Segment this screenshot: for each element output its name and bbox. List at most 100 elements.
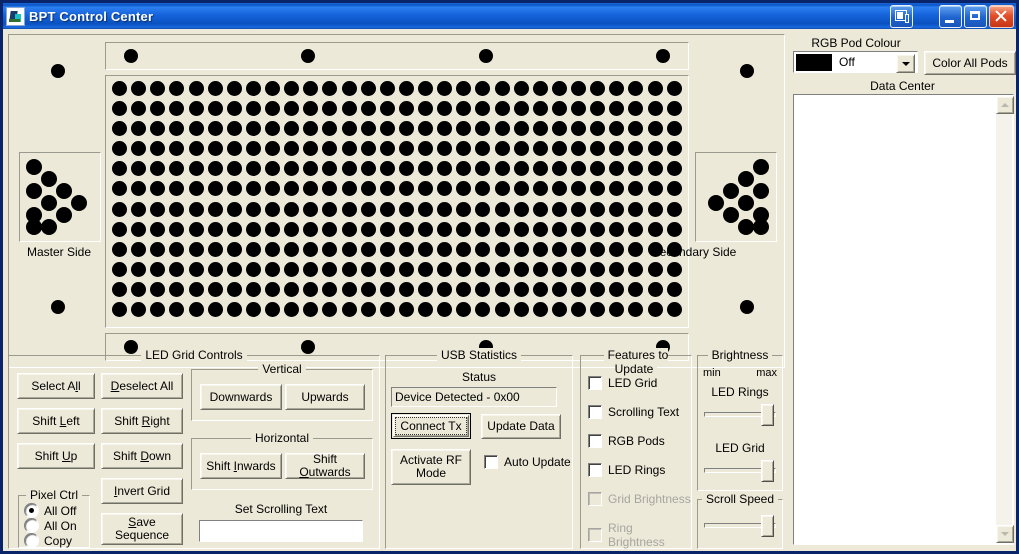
led-cell[interactable]	[418, 202, 433, 217]
led-cell[interactable]	[227, 202, 242, 217]
led-cell[interactable]	[475, 262, 490, 277]
led-cell[interactable]	[189, 202, 204, 217]
led-cell[interactable]	[303, 202, 318, 217]
led-cell[interactable]	[322, 161, 337, 176]
led-grid-row[interactable]	[106, 222, 688, 237]
led-cell[interactable]	[342, 181, 357, 196]
radio-all-off[interactable]: All Off	[24, 503, 76, 518]
led-cell[interactable]	[514, 101, 529, 116]
led-grid[interactable]	[105, 75, 689, 328]
led-cell[interactable]	[169, 181, 184, 196]
led-cell[interactable]	[112, 121, 127, 136]
led-cell[interactable]	[552, 302, 567, 317]
rgb-pod[interactable]	[738, 171, 754, 187]
led-cell[interactable]	[590, 141, 605, 156]
led-cell[interactable]	[495, 81, 510, 96]
led-cell[interactable]	[437, 101, 452, 116]
shift-right-button[interactable]: Shift Right	[101, 408, 183, 434]
led-cell[interactable]	[131, 202, 146, 217]
led-cell[interactable]	[648, 222, 663, 237]
led-cell[interactable]	[246, 161, 261, 176]
feature-checkbox-scrolling-text[interactable]: Scrolling Text	[588, 405, 679, 419]
led-cell[interactable]	[322, 181, 337, 196]
led-cell[interactable]	[609, 262, 624, 277]
shift-down-button[interactable]: Shift Down	[101, 443, 183, 469]
led-cell[interactable]	[571, 222, 586, 237]
led-cell[interactable]	[648, 302, 663, 317]
rgb-pod[interactable]	[753, 219, 769, 235]
led-cell[interactable]	[246, 181, 261, 196]
led-cell[interactable]	[342, 262, 357, 277]
led-cell[interactable]	[456, 161, 471, 176]
led-cell[interactable]	[112, 161, 127, 176]
led-cell[interactable]	[303, 181, 318, 196]
led-cell[interactable]	[609, 121, 624, 136]
led-cell[interactable]	[437, 302, 452, 317]
led-cell[interactable]	[495, 222, 510, 237]
led-cell[interactable]	[380, 202, 395, 217]
led-cell[interactable]	[112, 181, 127, 196]
led-cell[interactable]	[418, 262, 433, 277]
led-cell[interactable]	[189, 302, 204, 317]
led-cell[interactable]	[590, 181, 605, 196]
slider-thumb[interactable]	[761, 460, 774, 482]
led-cell[interactable]	[571, 121, 586, 136]
led-cell[interactable]	[361, 81, 376, 96]
led-cell[interactable]	[131, 242, 146, 257]
scrolling-text-input[interactable]	[199, 520, 363, 542]
led-cell[interactable]	[609, 242, 624, 257]
led-cell[interactable]	[552, 81, 567, 96]
led-cell[interactable]	[112, 101, 127, 116]
led-cell[interactable]	[399, 121, 414, 136]
led-grid-row[interactable]	[106, 282, 688, 297]
led-cell[interactable]	[667, 161, 682, 176]
connect-tx-button[interactable]: Connect Tx	[391, 413, 471, 439]
led-cell[interactable]	[303, 101, 318, 116]
led-cell[interactable]	[533, 262, 548, 277]
led-cell[interactable]	[112, 222, 127, 237]
upwards-button[interactable]: Upwards	[285, 384, 365, 410]
led-cell[interactable]	[208, 302, 223, 317]
downwards-button[interactable]: Downwards	[200, 384, 282, 410]
led-cell[interactable]	[380, 121, 395, 136]
led-cell[interactable]	[571, 141, 586, 156]
led-cell[interactable]	[437, 242, 452, 257]
led-cell[interactable]	[322, 282, 337, 297]
led-cell[interactable]	[609, 222, 624, 237]
led-cell[interactable]	[131, 181, 146, 196]
led-cell[interactable]	[189, 81, 204, 96]
led-cell[interactable]	[361, 262, 376, 277]
led-cell[interactable]	[418, 101, 433, 116]
led-cell[interactable]	[208, 101, 223, 116]
led-cell[interactable]	[609, 202, 624, 217]
led-cell[interactable]	[322, 242, 337, 257]
led-cell[interactable]	[380, 81, 395, 96]
led-cell[interactable]	[552, 141, 567, 156]
led-cell[interactable]	[169, 242, 184, 257]
led-cell[interactable]	[380, 282, 395, 297]
led-cell[interactable]	[208, 242, 223, 257]
scroll-up-icon[interactable]	[996, 96, 1014, 114]
led-cell[interactable]	[609, 141, 624, 156]
led-cell[interactable]	[303, 141, 318, 156]
led-cell[interactable]	[227, 242, 242, 257]
led-grid-row[interactable]	[106, 101, 688, 116]
led-cell[interactable]	[265, 242, 280, 257]
led-cell[interactable]	[227, 141, 242, 156]
led-cell[interactable]	[648, 161, 663, 176]
deselect-all-button[interactable]: Deselect All	[101, 373, 183, 399]
led-cell[interactable]	[265, 141, 280, 156]
led-cell[interactable]	[590, 302, 605, 317]
led-cell[interactable]	[150, 262, 165, 277]
led-rings-slider[interactable]	[704, 403, 776, 425]
led-cell[interactable]	[437, 141, 452, 156]
led-cell[interactable]	[456, 262, 471, 277]
rgb-pod[interactable]	[41, 171, 57, 187]
led-cell[interactable]	[590, 262, 605, 277]
led-cell[interactable]	[284, 141, 299, 156]
led-cell[interactable]	[667, 282, 682, 297]
led-cell[interactable]	[628, 262, 643, 277]
led-cell[interactable]	[437, 161, 452, 176]
feature-checkbox-rgb-pods[interactable]: RGB Pods	[588, 434, 665, 448]
feature-checkbox-led-grid[interactable]: LED Grid	[588, 376, 657, 390]
